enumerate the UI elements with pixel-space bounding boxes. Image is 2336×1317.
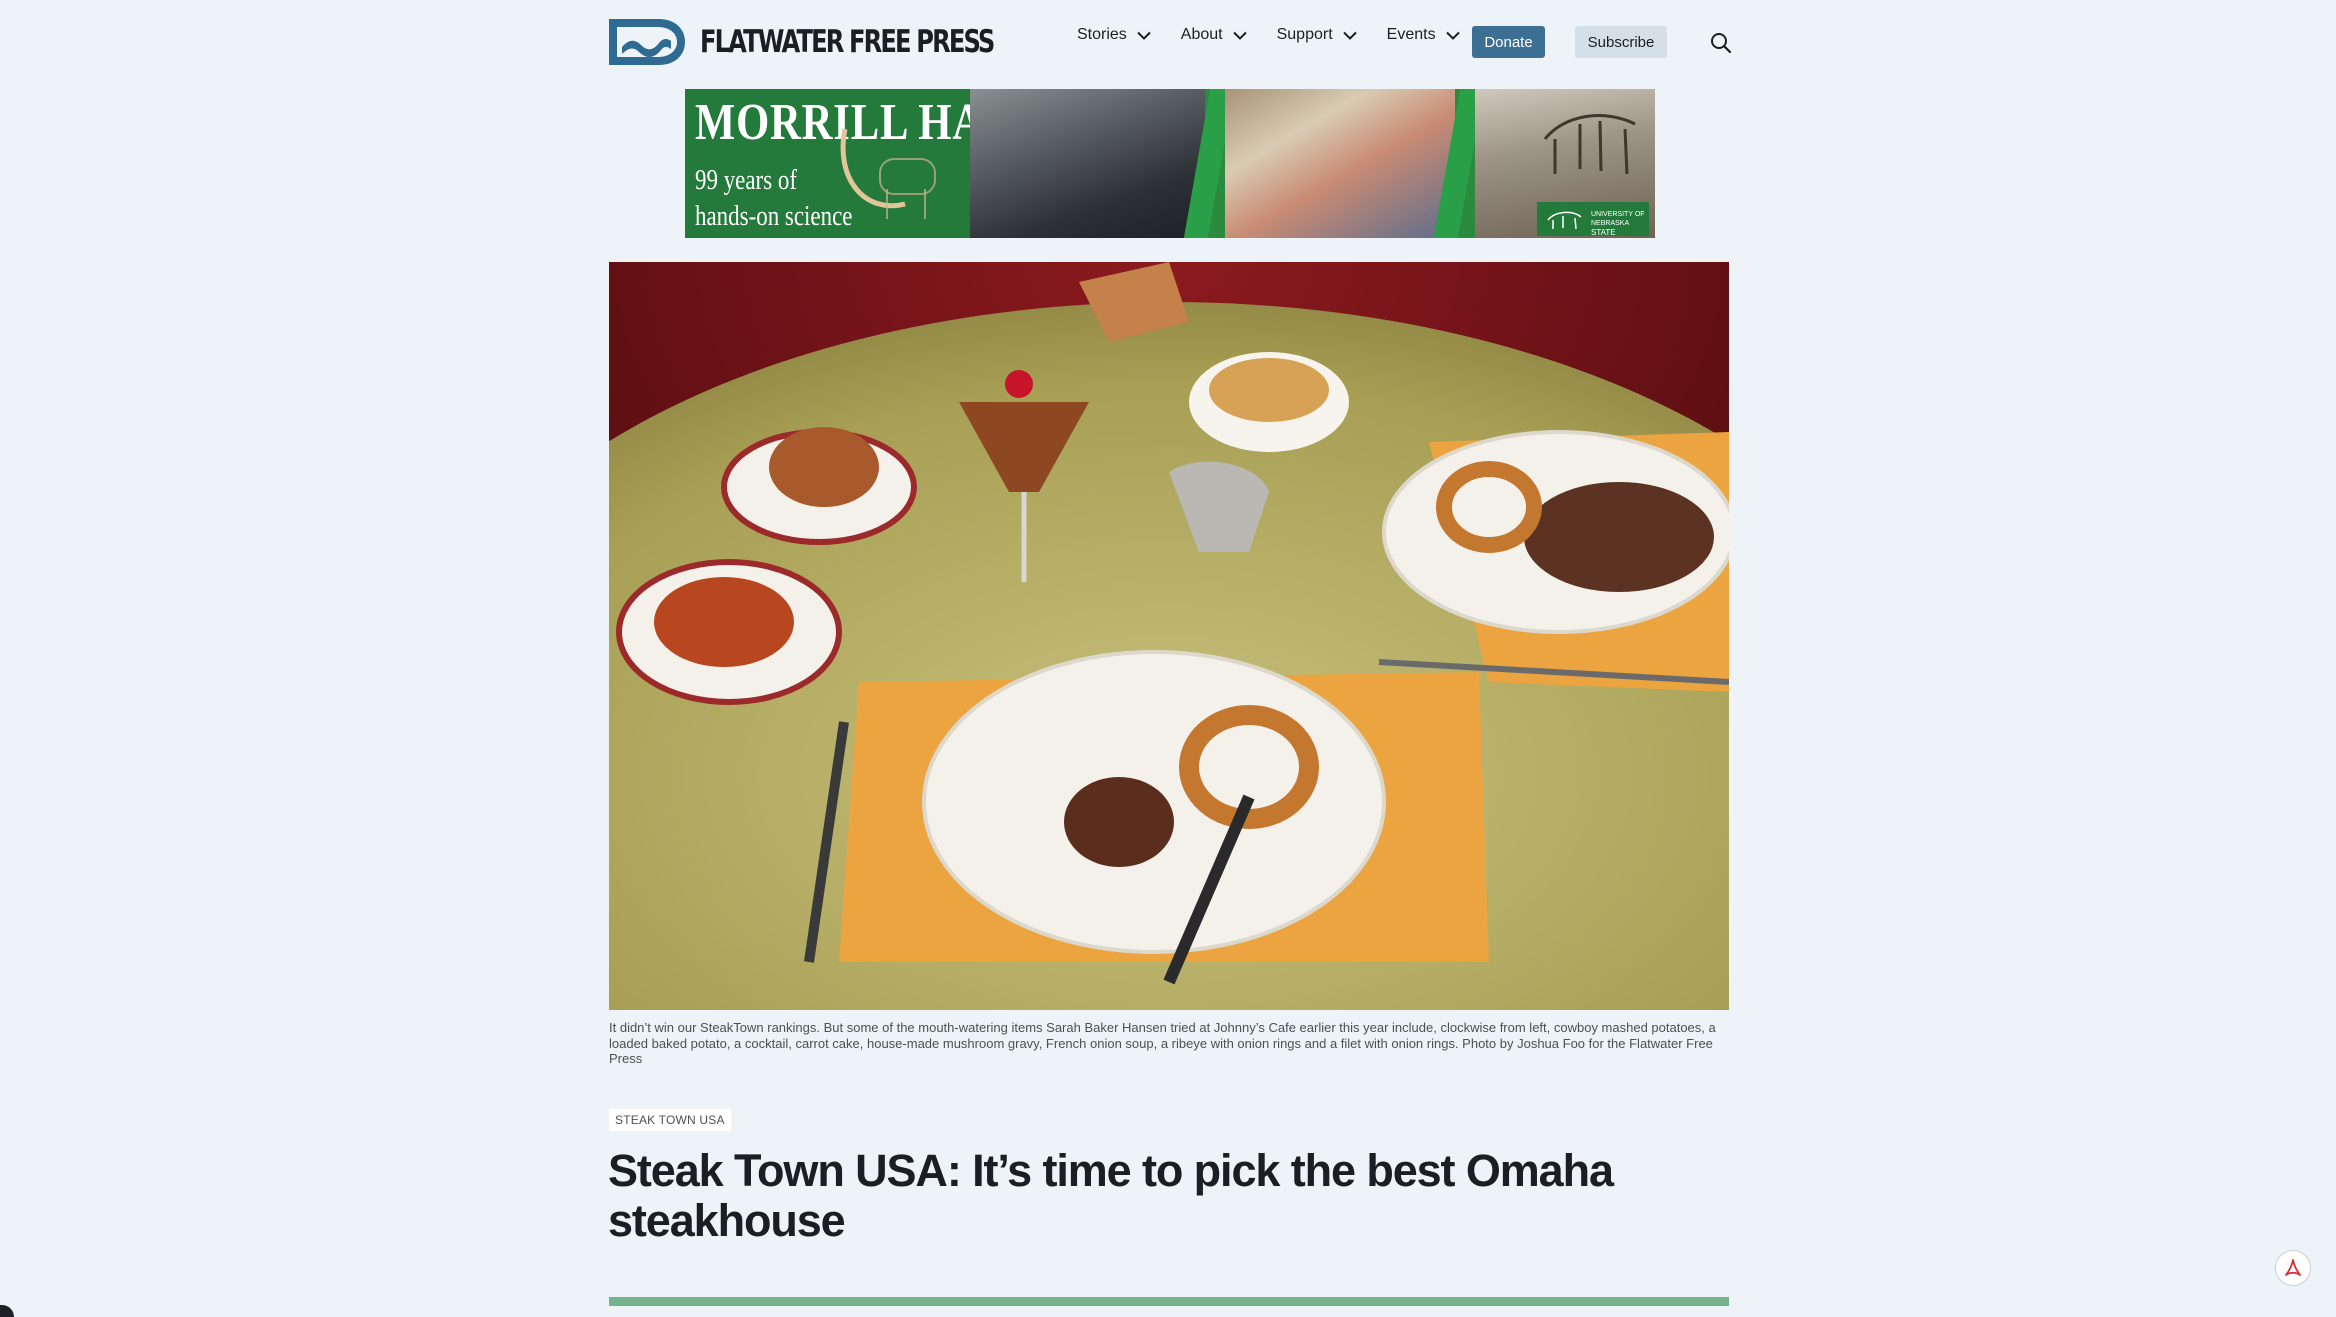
donate-button[interactable]: Donate — [1472, 26, 1545, 58]
ad-museum-badge: UNIVERSITY OF NEBRASKA STATE MUSEUM — [1537, 202, 1649, 238]
site-header: FLATWATER FREE PRESS Stories About Suppo… — [0, 0, 2336, 84]
museum-logo-icon — [1547, 211, 1582, 230]
category-tag[interactable]: STEAK TOWN USA — [609, 1109, 731, 1131]
hero-image — [609, 262, 1729, 1010]
image-caption: It didn’t win our SteakTown rankings. Bu… — [609, 1020, 1716, 1066]
acrobat-pdf-icon — [2285, 1259, 2301, 1276]
window-corner — [0, 1305, 14, 1317]
main-nav: Stories About Support Events — [1077, 26, 1490, 44]
nav-item-events[interactable]: Events — [1387, 26, 1460, 44]
ad-photo-kids — [1225, 89, 1455, 238]
site-name: FLATWATER FREE PRESS — [700, 24, 995, 60]
nav-item-label: Support — [1276, 26, 1333, 43]
chevron-down-icon — [1445, 31, 1460, 40]
pdf-extension-button[interactable] — [2275, 1250, 2311, 1286]
ad-photo-visitors — [970, 89, 1205, 238]
search-icon[interactable] — [1710, 32, 1732, 54]
nav-item-support[interactable]: Support — [1277, 26, 1357, 44]
nav-item-stories[interactable]: Stories — [1077, 26, 1151, 44]
chevron-down-icon — [1232, 31, 1247, 40]
ad-badge-line: STATE MUSEUM — [1591, 228, 1627, 238]
advertisement-banner[interactable]: MORRILL HALL 99 years of hands-on scienc… — [685, 89, 1655, 238]
mammoth-tusk-icon — [840, 128, 936, 219]
nav-item-label: Events — [1386, 26, 1436, 43]
nav-item-about[interactable]: About — [1181, 26, 1247, 44]
subscribe-button[interactable]: Subscribe — [1575, 26, 1667, 58]
flatwater-logo-mark-icon — [609, 19, 685, 65]
section-divider — [609, 1297, 1729, 1306]
chevron-down-icon — [1137, 31, 1151, 40]
steakhouse-dinner-photo — [609, 262, 1729, 1010]
skeleton-icon — [1543, 114, 1636, 175]
ad-badge-line: UNIVERSITY OF NEBRASKA — [1591, 211, 1645, 227]
site-logo[interactable]: FLATWATER FREE PRESS — [609, 17, 1076, 67]
article-headline: Steak Town USA: It’s time to pick the be… — [608, 1145, 1614, 1246]
nav-item-label: Stories — [1077, 26, 1127, 43]
chevron-down-icon — [1342, 31, 1357, 40]
nav-item-label: About — [1180, 26, 1223, 43]
